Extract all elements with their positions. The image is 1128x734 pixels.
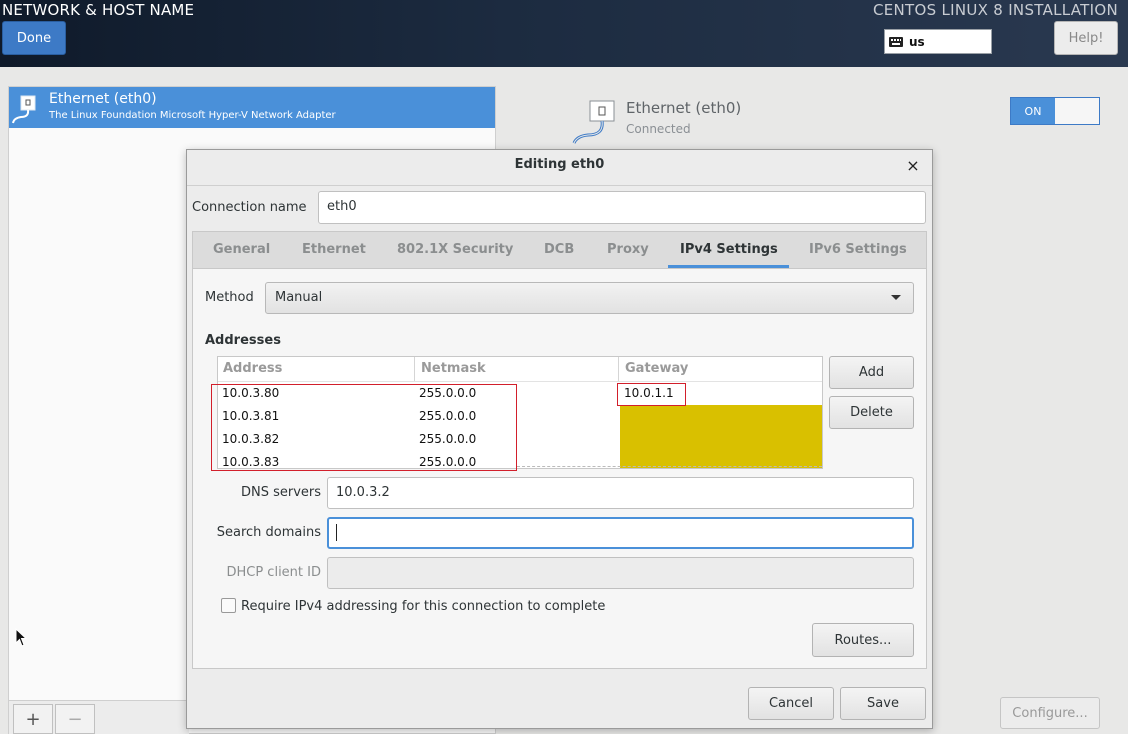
device-power-toggle[interactable]: ON [1010,97,1100,125]
require-ipv4-checkbox[interactable] [221,598,236,613]
require-ipv4-label[interactable]: Require IPv4 addressing for this connect… [241,599,605,614]
gateway-highlight [620,405,822,468]
search-domains-label: Search domains [216,525,321,540]
remove-device-button[interactable]: − [55,704,95,734]
tab-ethernet[interactable]: Ethernet [302,242,366,257]
mouse-pointer-icon [15,628,28,647]
addresses-heading: Addresses [205,333,281,348]
add-device-button[interactable]: + [13,704,53,734]
close-icon[interactable]: × [904,157,922,175]
product-title: CENTOS LINUX 8 INSTALLATION [872,1,1118,19]
column-header-address[interactable]: Address [223,361,282,376]
dialog-title: Editing eth0 [514,157,605,172]
text-cursor [336,524,337,541]
toggle-on-label: ON [1011,98,1055,124]
dhcp-client-id-input[interactable] [327,557,914,589]
device-status: Connected [626,122,691,136]
connection-name-label: Connection name [192,200,307,215]
tab-dcb[interactable]: DCB [544,242,574,257]
tab-ipv6-settings[interactable]: IPv6 Settings [809,242,907,257]
device-name: Ethernet (eth0) [626,99,742,117]
dialog-title-divider [187,185,932,186]
dns-servers-label: DNS servers [240,485,321,500]
device-list-item-name: Ethernet (eth0) [49,91,157,107]
tab-ipv4-settings[interactable]: IPv4 Settings [680,242,778,257]
add-address-button[interactable]: Add [829,356,914,389]
method-label: Method [205,290,254,305]
connection-name-input[interactable]: eth0 [318,191,926,224]
tab-general[interactable]: General [213,242,270,257]
method-select[interactable]: Manual [265,282,914,314]
device-list-item-description: The Linux Foundation Microsoft Hyper-V N… [49,110,336,121]
delete-address-button[interactable]: Delete [829,396,914,429]
search-domains-input[interactable] [327,517,914,549]
save-button[interactable]: Save [840,687,926,720]
tab-proxy[interactable]: Proxy [607,242,649,257]
done-button[interactable]: Done [2,21,66,55]
routes-button[interactable]: Routes... [812,623,914,657]
ethernet-icon [12,95,36,124]
ethernet-icon [572,100,615,144]
active-tab-indicator [668,265,789,268]
keyboard-icon [889,36,903,47]
tab-8021x-security[interactable]: 802.1X Security [397,242,513,257]
keyboard-layout-indicator[interactable]: us [884,29,992,54]
table-scroll-edge [517,466,822,467]
table-header-divider [218,381,822,382]
keyboard-layout-label: us [909,34,925,49]
column-header-netmask[interactable]: Netmask [421,361,486,376]
dhcp-client-id-label: DHCP client ID [226,565,321,580]
page-title: NETWORK & HOST NAME [2,1,195,19]
column-header-gateway[interactable]: Gateway [625,361,688,376]
cancel-button[interactable]: Cancel [748,687,834,720]
column-separator [618,357,619,381]
configure-button[interactable]: Configure... [1000,697,1100,729]
gateway-highlight-box [617,383,686,406]
address-highlight-box [211,384,517,471]
help-button[interactable]: Help! [1054,21,1118,55]
chevron-down-icon [891,295,901,300]
dns-servers-input[interactable]: 10.0.3.2 [327,477,914,509]
column-separator [414,357,415,381]
toggle-knob [1055,98,1099,124]
